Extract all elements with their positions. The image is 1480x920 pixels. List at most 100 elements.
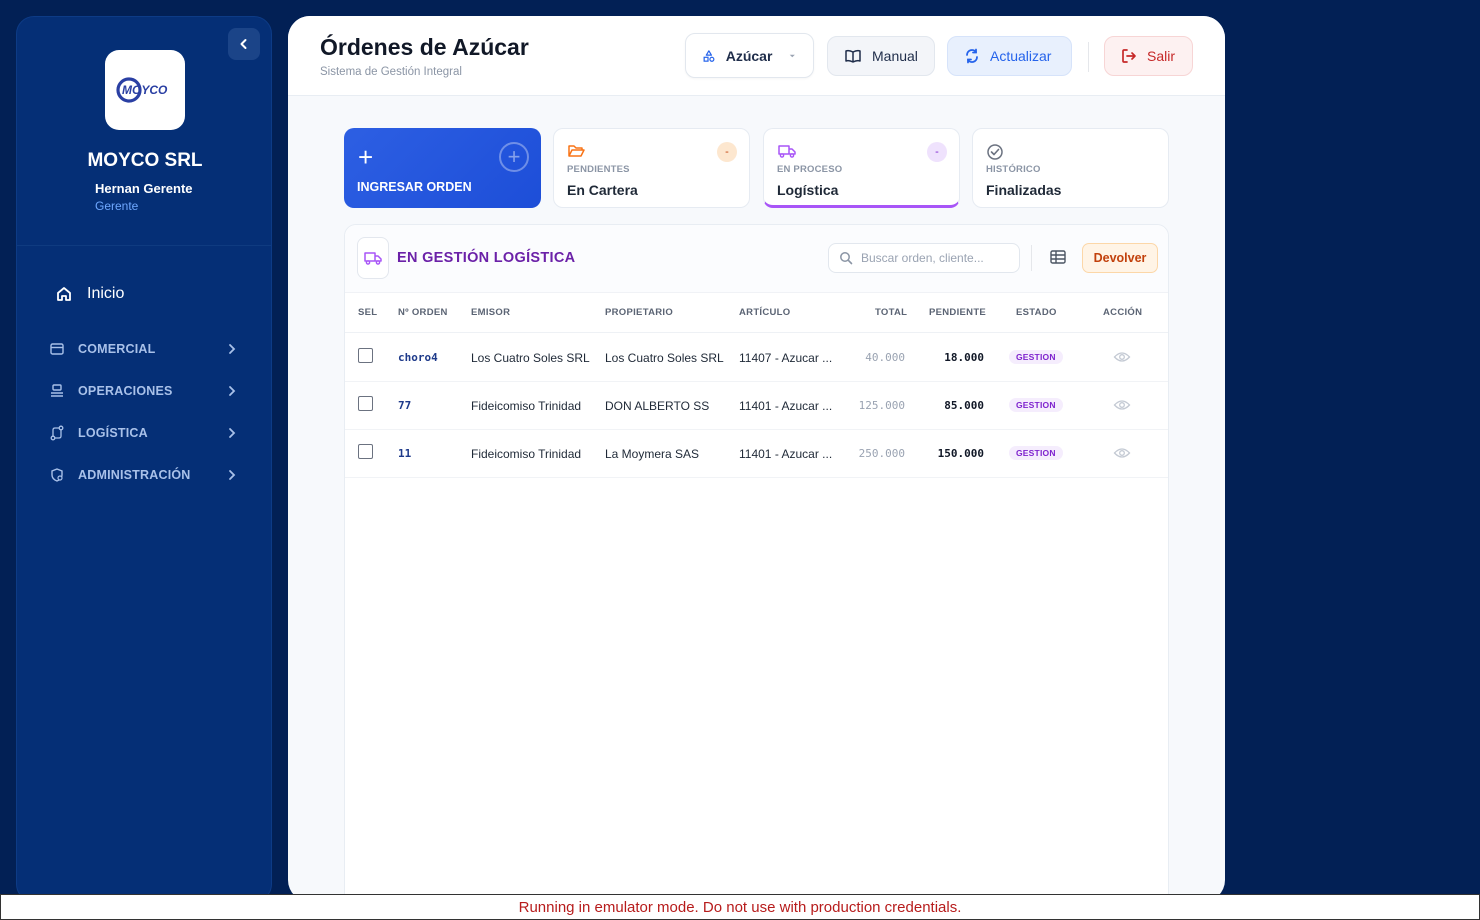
route-icon bbox=[49, 425, 65, 441]
total-cell: 125.000 bbox=[858, 399, 905, 412]
truck-icon bbox=[778, 145, 796, 158]
eye-icon[interactable] bbox=[1113, 398, 1131, 412]
card-caption: PENDIENTES bbox=[567, 164, 630, 175]
search-icon bbox=[840, 252, 853, 265]
column-header-status: ESTADO bbox=[1016, 307, 1057, 318]
total-cell: 250.000 bbox=[858, 447, 905, 460]
card-caption: EN PROCESO bbox=[777, 164, 843, 175]
card-caption: HISTÓRICO bbox=[986, 164, 1041, 175]
article-cell: 11407 - Azucar ... bbox=[739, 351, 833, 365]
tab-en-proceso[interactable]: - EN PROCESO Logística bbox=[763, 128, 960, 208]
folder-open-icon bbox=[568, 145, 585, 157]
column-header-total: TOTAL bbox=[875, 307, 908, 318]
panel-header: EN GESTIÓN LOGÍSTICA Devolver bbox=[345, 225, 1168, 293]
order-number[interactable]: 11 bbox=[398, 447, 411, 460]
truck-icon bbox=[357, 237, 389, 279]
new-order-label: INGRESAR ORDEN bbox=[357, 180, 472, 194]
chevron-right-icon bbox=[229, 344, 236, 354]
company-logo: MOYCO bbox=[105, 50, 185, 130]
sidebar-item-inicio[interactable]: Inicio bbox=[55, 285, 124, 303]
sidebar-collapse-button[interactable] bbox=[228, 28, 260, 60]
article-cell: 11401 - Azucar ... bbox=[739, 447, 833, 461]
order-number[interactable]: 77 bbox=[398, 399, 411, 412]
product-selector[interactable]: Azúcar bbox=[685, 33, 814, 78]
chevron-right-icon bbox=[229, 386, 236, 396]
orders-panel: EN GESTIÓN LOGÍSTICA Devolver SEL Nº ORD… bbox=[344, 224, 1169, 902]
check-circle-icon bbox=[987, 144, 1003, 160]
top-bar: Órdenes de Azúcar Sistema de Gestión Int… bbox=[288, 16, 1225, 96]
card-title: Finalizadas bbox=[986, 182, 1062, 198]
toolbar-divider bbox=[1088, 42, 1089, 72]
pending-cell: 18.000 bbox=[944, 351, 984, 364]
sidebar-item-label: ADMINISTRACIÓN bbox=[78, 468, 191, 482]
table-row: choro4 Los Cuatro Soles SRL Los Cuatro S… bbox=[345, 334, 1168, 382]
sidebar-item-label: OPERACIONES bbox=[78, 384, 173, 398]
sidebar-item-logistica[interactable]: LOGÍSTICA bbox=[49, 425, 239, 441]
store-icon bbox=[49, 341, 65, 357]
pending-count-badge: - bbox=[717, 142, 737, 162]
sidebar-item-label: Inicio bbox=[87, 285, 125, 302]
return-button[interactable]: Devolver bbox=[1082, 243, 1158, 273]
company-name: MOYCO SRL bbox=[87, 150, 203, 171]
new-order-card[interactable]: + + INGRESAR ORDEN bbox=[344, 128, 541, 208]
search-input[interactable] bbox=[861, 251, 1011, 265]
user-role: Gerente bbox=[95, 199, 139, 213]
sidebar-item-label: LOGÍSTICA bbox=[78, 426, 148, 440]
eye-icon[interactable] bbox=[1113, 350, 1131, 364]
page-title: Órdenes de Azúcar bbox=[320, 34, 529, 60]
refresh-button-label: Actualizar bbox=[990, 48, 1052, 64]
column-header-article: ARTÍCULO bbox=[739, 307, 791, 318]
row-checkbox[interactable] bbox=[358, 348, 373, 363]
column-header-action: ACCIÓN bbox=[1103, 307, 1143, 318]
page-subtitle: Sistema de Gestión Integral bbox=[320, 66, 462, 78]
pending-cell: 85.000 bbox=[944, 399, 984, 412]
issuer-cell: Fideicomiso Trinidad bbox=[471, 399, 582, 413]
manual-button[interactable]: Manual bbox=[827, 36, 935, 76]
table-row: 77 Fideicomiso Trinidad DON ALBERTO SS 1… bbox=[345, 382, 1168, 430]
owner-cell: Los Cuatro Soles SRL bbox=[605, 351, 724, 365]
status-badge: GESTION bbox=[1009, 446, 1063, 460]
issuer-cell: Los Cuatro Soles SRL bbox=[471, 351, 590, 365]
column-header-order: Nº ORDEN bbox=[398, 307, 448, 318]
refresh-button[interactable]: Actualizar bbox=[947, 36, 1072, 76]
column-header-sel: SEL bbox=[358, 307, 378, 318]
sidebar-item-administracion[interactable]: ADMINISTRACIÓN bbox=[49, 467, 239, 483]
column-header-issuer: EMISOR bbox=[471, 307, 511, 318]
row-checkbox[interactable] bbox=[358, 444, 373, 459]
main-panel: Órdenes de Azúcar Sistema de Gestión Int… bbox=[288, 16, 1225, 902]
operations-icon bbox=[49, 383, 65, 399]
order-number[interactable]: choro4 bbox=[398, 351, 438, 364]
column-header-pending: PENDIENTE bbox=[929, 307, 987, 318]
book-icon bbox=[845, 49, 861, 63]
panel-title: EN GESTIÓN LOGÍSTICA bbox=[397, 250, 576, 266]
status-badge: GESTION bbox=[1009, 398, 1063, 412]
column-header-owner: PROPIETARIO bbox=[605, 307, 674, 318]
tab-pendientes[interactable]: - PENDIENTES En Cartera bbox=[553, 128, 750, 208]
add-circle-icon: + bbox=[499, 142, 529, 172]
logout-icon bbox=[1122, 49, 1136, 63]
issuer-cell: Fideicomiso Trinidad bbox=[471, 447, 582, 461]
caret-down-icon bbox=[790, 54, 796, 57]
sidebar: MOYCO MOYCO SRL Hernan Gerente Gerente I… bbox=[16, 16, 272, 902]
product-selector-label: Azúcar bbox=[725, 47, 773, 64]
shapes-icon bbox=[703, 49, 715, 62]
moyco-logo-icon: MOYCO bbox=[116, 77, 168, 103]
eye-icon[interactable] bbox=[1113, 446, 1131, 460]
refresh-icon bbox=[966, 48, 978, 64]
logout-button-label: Salir bbox=[1147, 48, 1176, 64]
status-badge: GESTION bbox=[1009, 350, 1063, 364]
card-title: Logística bbox=[777, 182, 839, 198]
owner-cell: DON ALBERTO SS bbox=[605, 399, 710, 413]
table-view-icon[interactable] bbox=[1049, 248, 1067, 266]
tab-historico[interactable]: HISTÓRICO Finalizadas bbox=[972, 128, 1169, 208]
row-checkbox[interactable] bbox=[358, 396, 373, 411]
user-name: Hernan Gerente bbox=[95, 181, 193, 196]
sidebar-item-operaciones[interactable]: OPERACIONES bbox=[49, 383, 239, 399]
table-header: SEL Nº ORDEN EMISOR PROPIETARIO ARTÍCULO… bbox=[345, 293, 1168, 333]
home-icon bbox=[57, 287, 71, 301]
logout-button[interactable]: Salir bbox=[1104, 36, 1193, 76]
manual-button-label: Manual bbox=[872, 48, 918, 64]
total-cell: 40.000 bbox=[865, 351, 905, 364]
sidebar-item-comercial[interactable]: COMERCIAL bbox=[49, 341, 239, 357]
chevron-left-icon bbox=[240, 39, 247, 49]
